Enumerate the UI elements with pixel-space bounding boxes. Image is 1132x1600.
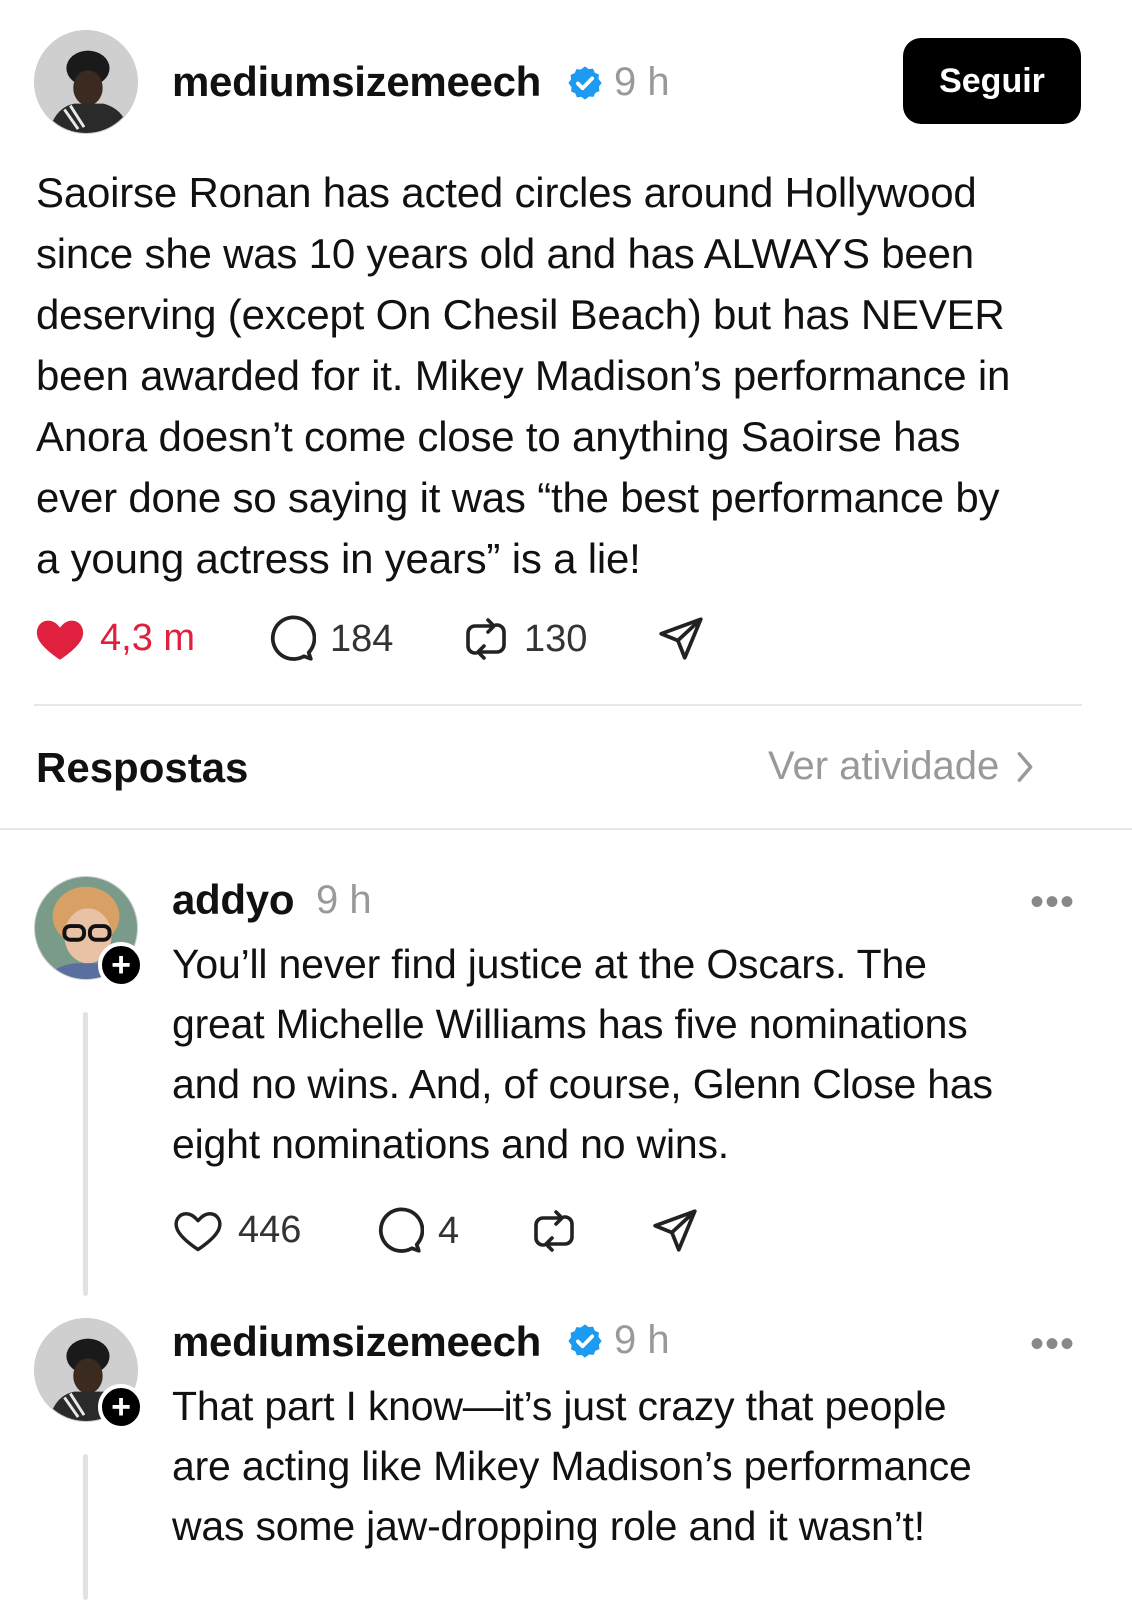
reply-username[interactable]: addyo — [172, 876, 294, 924]
reply-text-line: great Michelle Williams has five nominat… — [172, 1001, 968, 1047]
more-icon[interactable]: ••• — [1030, 1322, 1075, 1367]
thread-line — [83, 1012, 88, 1296]
follow-plus-icon[interactable]: + — [98, 1384, 144, 1430]
reply-text: That part I know—it’s just crazy that pe… — [172, 1376, 1102, 1556]
share-icon — [659, 617, 703, 660]
share-icon — [653, 1209, 697, 1252]
comment-icon — [378, 1207, 424, 1253]
thread-line — [83, 1454, 88, 1600]
reply-text-line: was some jaw-dropping role and it wasn’t… — [172, 1503, 925, 1549]
reply-time: 9 h — [614, 1318, 670, 1362]
reply-comment-count: 4 — [438, 1209, 460, 1252]
repost-icon — [534, 1210, 574, 1252]
post-divider — [34, 704, 1082, 706]
like-count: 4,3 m — [100, 616, 196, 659]
reply-text-line: eight nominations and no wins. — [172, 1121, 729, 1167]
more-icon[interactable]: ••• — [1030, 880, 1075, 925]
post-text-line: a young actress in years” is a lie! — [36, 535, 641, 582]
chevron-right-icon — [1017, 751, 1033, 782]
like-button[interactable]: 4,3 m — [34, 614, 195, 662]
heart-filled-icon — [36, 620, 84, 660]
follow-plus-icon[interactable]: + — [98, 942, 144, 988]
post-time: 9 h — [614, 60, 670, 104]
reply-text-line: That part I know—it’s just crazy that pe… — [172, 1383, 947, 1429]
share-button[interactable] — [656, 614, 706, 664]
post-username[interactable]: mediumsizemeech — [172, 58, 541, 106]
reply-like-count: 446 — [238, 1208, 302, 1251]
comment-icon — [270, 615, 316, 661]
view-activity-label: Ver atividade — [768, 744, 1000, 788]
post-text-line: since she was 10 years old and has ALWAY… — [36, 230, 974, 277]
heart-icon — [174, 1212, 222, 1252]
reply-comment-button[interactable]: 4 — [374, 1206, 459, 1256]
reply-share-button[interactable] — [650, 1206, 700, 1256]
post-text-line: ever done so saying it was “the best per… — [36, 474, 1000, 521]
post-text-line: Saoirse Ronan has acted circles around H… — [36, 169, 977, 216]
verified-icon — [568, 1324, 602, 1358]
comment-button[interactable]: 184 — [266, 614, 393, 664]
post-author-avatar[interactable] — [34, 30, 138, 134]
post-text-line: been awarded for it. Mikey Madison’s per… — [36, 352, 1011, 399]
post-text-line: deserving (except On Chesil Beach) but h… — [36, 291, 1005, 338]
replies-title: Respostas — [36, 744, 249, 791]
post-text: Saoirse Ronan has acted circles around H… — [36, 162, 1106, 589]
reply-text: You’ll never find justice at the Oscars.… — [172, 934, 1102, 1174]
replies-divider — [0, 828, 1132, 830]
post-text-line: Anora doesn’t come close to anything Sao… — [36, 413, 961, 460]
repost-count: 130 — [524, 617, 588, 660]
reply-username[interactable]: mediumsizemeech — [172, 1318, 541, 1366]
repost-icon — [466, 618, 506, 660]
reply-text-line: You’ll never find justice at the Oscars.… — [172, 941, 927, 987]
comment-count: 184 — [330, 617, 394, 660]
reply-like-button[interactable]: 446 — [172, 1206, 301, 1254]
follow-button[interactable]: Seguir — [903, 38, 1081, 124]
reply-time: 9 h — [316, 878, 372, 922]
view-activity-link[interactable]: Ver atividade — [768, 744, 1035, 789]
reply-text-line: are acting like Mikey Madison’s performa… — [172, 1443, 972, 1489]
reply-text-line: and no wins. And, of course, Glenn Close… — [172, 1061, 993, 1107]
reply-repost-button[interactable] — [530, 1206, 578, 1256]
repost-button[interactable]: 130 — [462, 614, 587, 664]
verified-icon — [568, 66, 602, 100]
